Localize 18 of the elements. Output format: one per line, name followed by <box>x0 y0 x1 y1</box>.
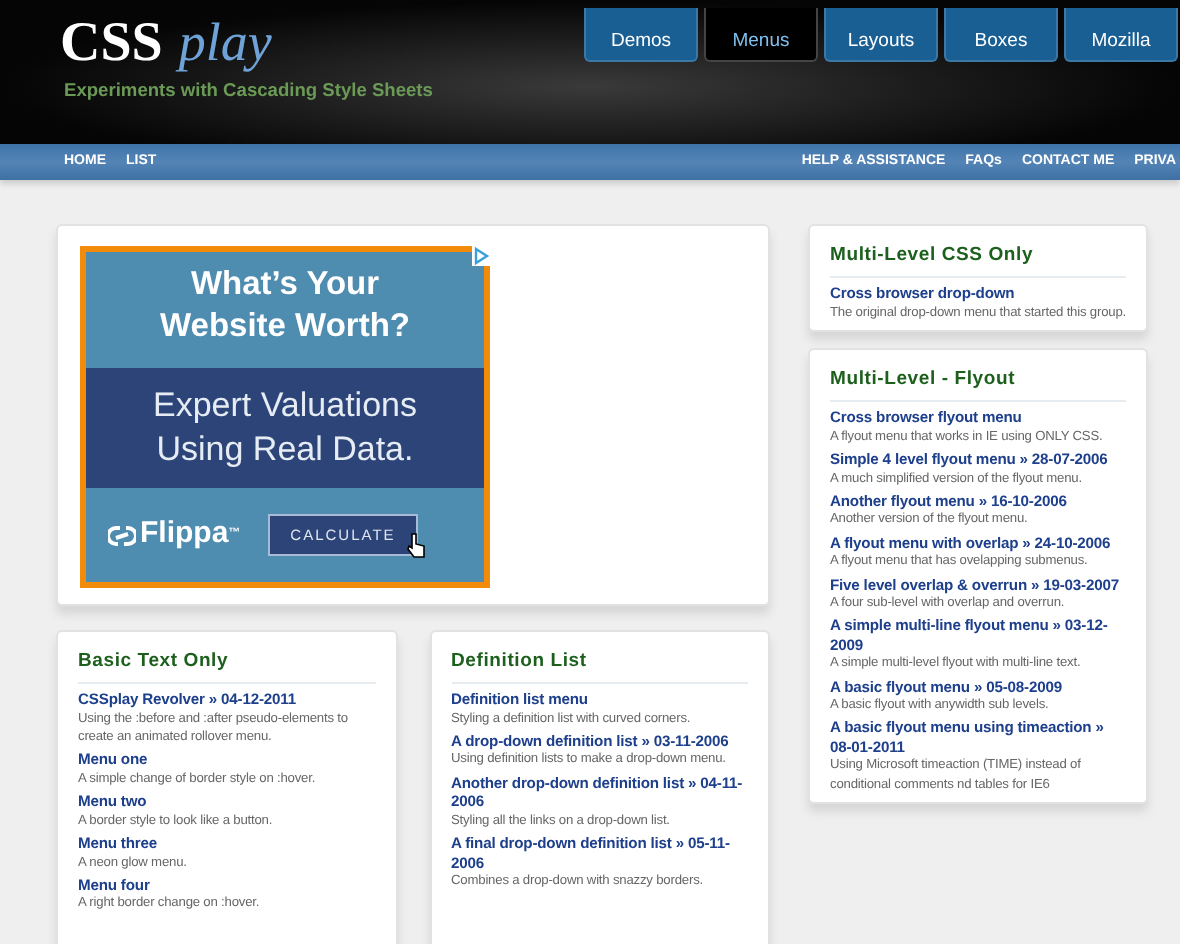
nav-tab[interactable]: Boxes <box>944 8 1058 62</box>
nav-tab[interactable]: Mozilla <box>1064 8 1178 62</box>
logo-script-text: play <box>178 10 272 76</box>
ad-choices-icon[interactable] <box>472 246 490 266</box>
nav-tab[interactable]: Demos <box>584 8 698 62</box>
panel-title: Multi-Level CSS Only <box>830 236 1126 279</box>
ad-brand: Flippa$^{™}$ <box>140 514 241 555</box>
ad-headline: What’s Your Website Worth? <box>158 264 412 348</box>
panel-title: Multi-Level - Flyout <box>830 360 1126 403</box>
nav-tab[interactable]: Layouts <box>824 8 938 62</box>
panel-title: Basic Text Only <box>78 642 375 685</box>
panel-title: Definition List <box>451 642 748 685</box>
hand-cursor-icon <box>405 532 426 558</box>
brand-logo-icon <box>108 523 136 547</box>
logo-text: CSS <box>60 10 163 78</box>
nav-tab[interactable]: Menus <box>704 8 818 62</box>
ad-subline: Expert Valuations Using Real Data. <box>86 368 484 488</box>
tagline: Experiments with Cascading Style Sheets <box>64 78 433 104</box>
